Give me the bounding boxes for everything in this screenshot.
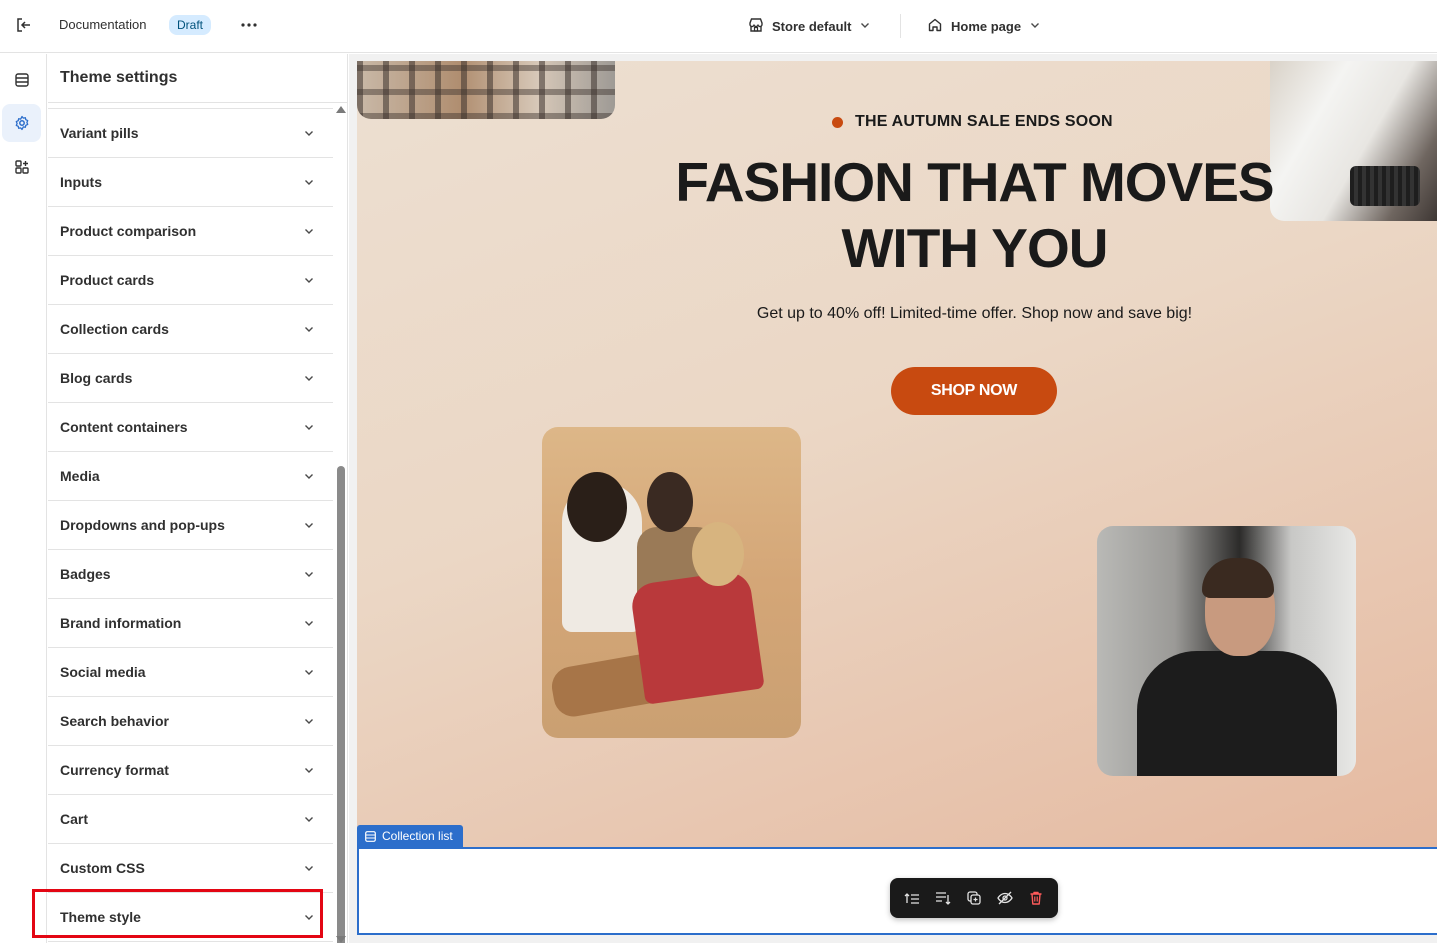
scroll-thumb[interactable] <box>337 466 345 943</box>
chevron-down-icon <box>303 127 315 139</box>
chevron-down-icon <box>303 176 315 188</box>
setting-row-inputs[interactable]: Inputs <box>48 158 333 207</box>
preview-canvas: THE AUTUMN SALE ENDS SOON FASHION THAT M… <box>349 54 1437 943</box>
setting-label: Inputs <box>60 174 102 190</box>
home-icon <box>927 17 943 36</box>
scrollbar[interactable] <box>336 106 346 943</box>
store-icon <box>748 17 764 36</box>
move-up-icon[interactable] <box>900 886 924 910</box>
setting-row-badges[interactable]: Badges <box>48 550 333 599</box>
setting-row-blog-cards[interactable]: Blog cards <box>48 354 333 403</box>
settings-gear-icon[interactable] <box>2 104 41 142</box>
setting-row-collection-cards[interactable]: Collection cards <box>48 305 333 354</box>
store-select[interactable]: Store default <box>742 12 877 40</box>
theme-settings-panel: Theme settings Variant pills Inputs Produc… <box>48 54 348 943</box>
sale-text: THE AUTUMN SALE ENDS SOON <box>855 113 1113 130</box>
panel-title: Theme settings <box>60 69 178 86</box>
section-toolbar <box>890 878 1058 918</box>
chevron-down-icon <box>303 372 315 384</box>
chevron-down-icon <box>1029 19 1041 34</box>
man-leather-jacket-image <box>1097 526 1356 776</box>
chevron-down-icon <box>303 519 315 531</box>
hide-eye-icon[interactable] <box>993 886 1017 910</box>
chevron-down-icon <box>303 421 315 433</box>
chevron-down-icon <box>303 274 315 286</box>
setting-row-cart[interactable]: Cart <box>48 795 333 844</box>
chevron-down-icon <box>859 19 871 34</box>
page-select[interactable]: Home page <box>921 12 1047 40</box>
chevron-down-icon <box>303 813 315 825</box>
divider <box>900 14 901 38</box>
group-photo-image <box>542 427 801 738</box>
setting-label: Collection cards <box>60 321 169 337</box>
panel-header: Theme settings <box>48 54 347 103</box>
setting-label: Product comparison <box>60 223 197 239</box>
setting-label: Custom CSS <box>60 860 145 876</box>
setting-label: Cart <box>60 811 89 827</box>
setting-row-theme-style[interactable]: Theme style <box>48 893 333 942</box>
setting-row-product-comparison[interactable]: Product comparison <box>48 207 333 256</box>
more-actions-icon[interactable] <box>237 14 261 36</box>
theme-name: Documentation <box>59 17 147 32</box>
sections-icon[interactable] <box>2 61 41 99</box>
chevron-down-icon <box>303 225 315 237</box>
setting-row-product-cards[interactable]: Product cards <box>48 256 333 305</box>
setting-row-search-behavior[interactable]: Search behavior <box>48 697 333 746</box>
setting-row-custom-css[interactable]: Custom CSS <box>48 844 333 893</box>
setting-label: Blog cards <box>60 370 133 386</box>
setting-label: Media <box>60 468 100 484</box>
setting-label: Product cards <box>60 272 155 288</box>
status-badge: Draft <box>169 15 212 35</box>
setting-row-media[interactable]: Media <box>48 452 333 501</box>
setting-row-variant-pills[interactable]: Variant pills <box>48 109 333 158</box>
chevron-down-icon <box>303 568 315 580</box>
setting-row-dropdowns-and-pop-ups[interactable]: Dropdowns and pop-ups <box>48 501 333 550</box>
setting-row-social-media[interactable]: Social media <box>48 648 333 697</box>
chevron-down-icon <box>303 617 315 629</box>
exit-icon[interactable] <box>12 13 36 37</box>
setting-label: Search behavior <box>60 713 169 729</box>
sale-announcement: THE AUTUMN SALE ENDS SOON <box>832 113 1113 131</box>
move-down-icon[interactable] <box>931 886 955 910</box>
chevron-down-icon <box>303 323 315 335</box>
duplicate-icon[interactable] <box>962 886 986 910</box>
chevron-down-icon <box>303 470 315 482</box>
setting-row-content-containers[interactable]: Content containers <box>48 403 333 452</box>
setting-label: Currency format <box>60 762 169 778</box>
scroll-up-arrow[interactable] <box>336 106 346 113</box>
sale-dot-icon <box>832 116 843 128</box>
left-rail <box>0 54 47 943</box>
setting-label: Badges <box>60 566 111 582</box>
hero-subtitle: Get up to 40% off! Limited-time offer. S… <box>756 305 1193 322</box>
hero-title: FASHION THAT MOVES WITH YOU <box>675 151 1274 279</box>
delete-trash-icon[interactable] <box>1024 886 1048 910</box>
setting-label: Theme style <box>60 909 141 925</box>
chevron-down-icon <box>303 862 315 874</box>
setting-label: Dropdowns and pop-ups <box>60 517 225 533</box>
chevron-down-icon <box>303 666 315 678</box>
apps-icon[interactable] <box>2 148 41 186</box>
section-icon <box>365 830 376 842</box>
setting-label: Variant pills <box>60 125 139 141</box>
chevron-down-icon <box>303 911 315 923</box>
plaid-coat-image <box>357 61 615 119</box>
setting-label: Social media <box>60 664 146 680</box>
section-tag[interactable]: Collection list <box>357 825 463 847</box>
hero-section[interactable]: THE AUTUMN SALE ENDS SOON FASHION THAT M… <box>357 61 1437 847</box>
chevron-down-icon <box>303 764 315 776</box>
chevron-down-icon <box>303 715 315 727</box>
page-select-label: Home page <box>951 18 1022 34</box>
top-bar: Documentation Draft Store default Home p… <box>0 0 1437 53</box>
setting-label: Content containers <box>60 419 188 435</box>
setting-row-currency-format[interactable]: Currency format <box>48 746 333 795</box>
setting-row-brand-information[interactable]: Brand information <box>48 599 333 648</box>
section-tag-label: Collection list <box>382 829 453 843</box>
setting-label: Brand information <box>60 615 182 631</box>
shop-now-button[interactable]: SHOP NOW <box>891 367 1057 415</box>
settings-list: Variant pills Inputs Product comparison Pro… <box>48 108 333 942</box>
scroll-down-arrow[interactable] <box>336 936 346 943</box>
store-select-label: Store default <box>772 18 852 34</box>
